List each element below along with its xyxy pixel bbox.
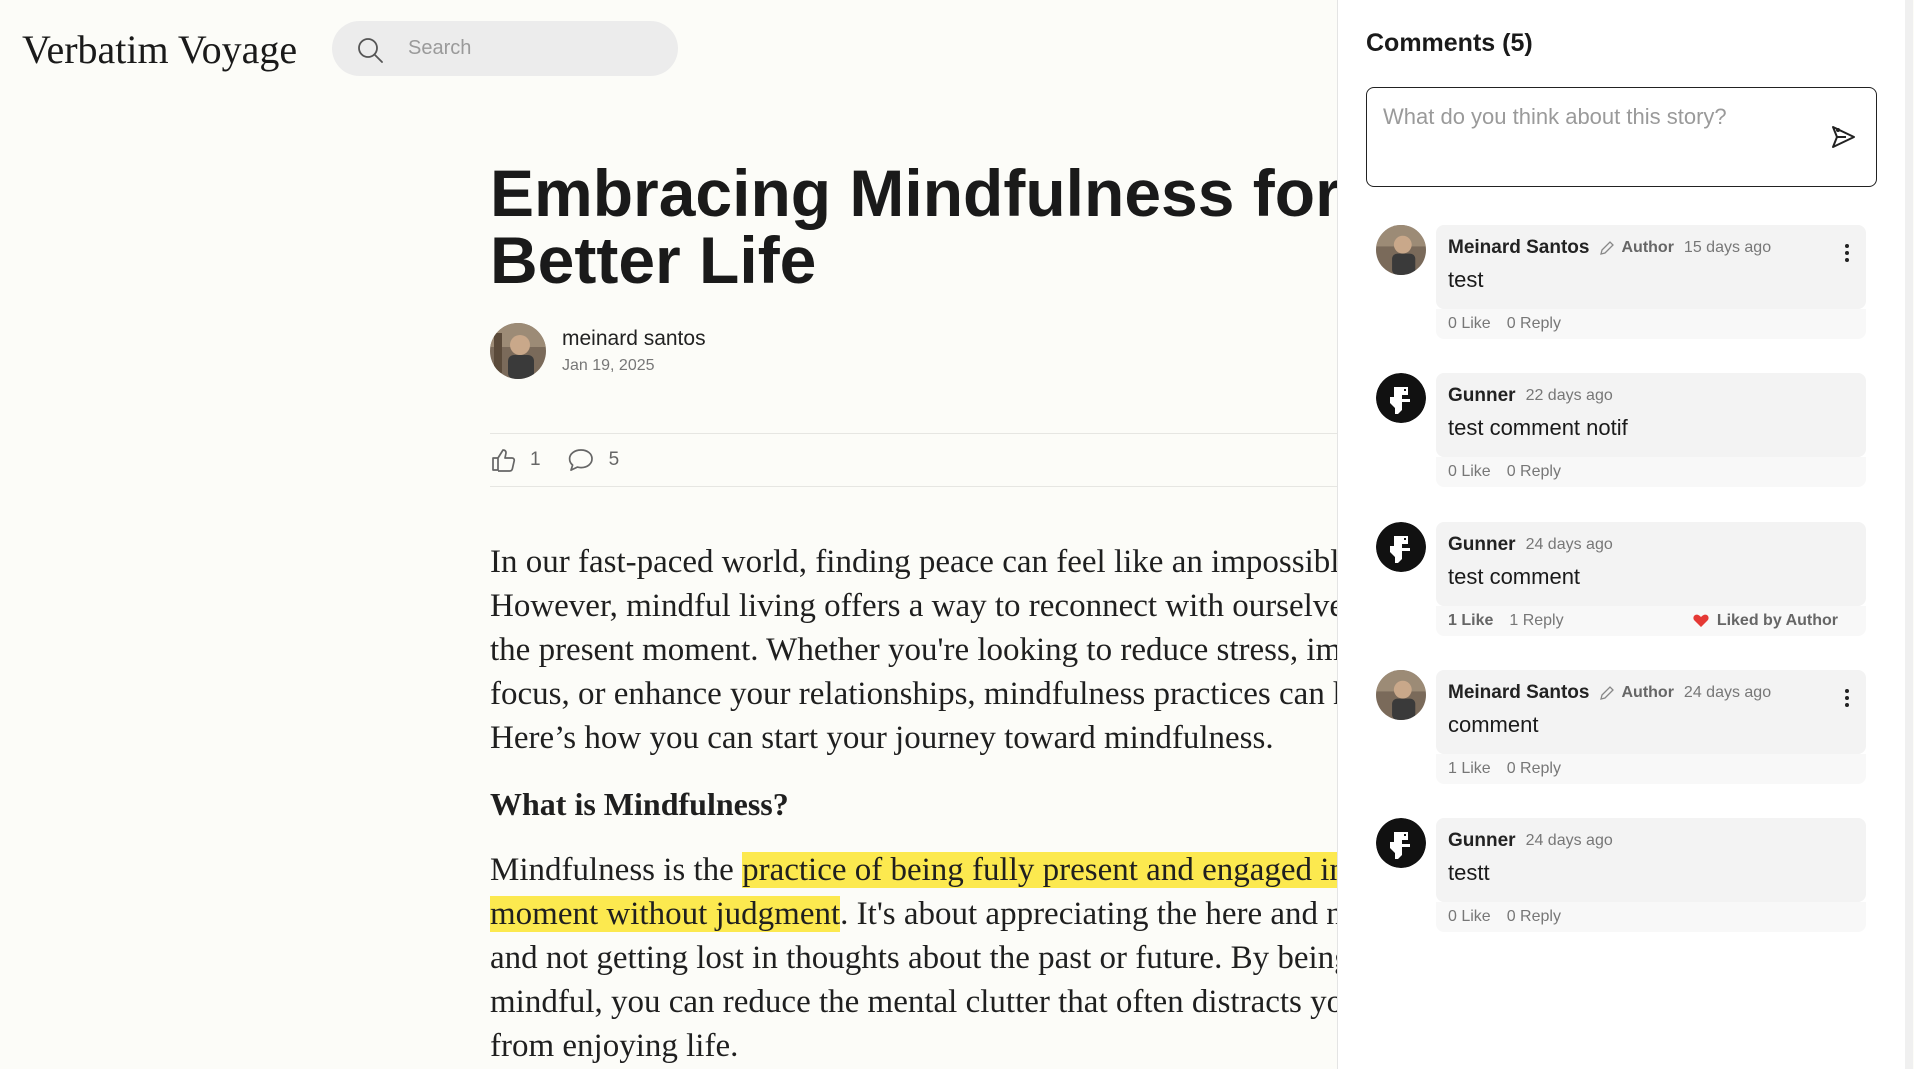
comment-time: 22 days ago <box>1525 387 1613 404</box>
avatar[interactable] <box>1376 670 1426 720</box>
comment-time: 15 days ago <box>1683 239 1772 256</box>
comment-text: test comment <box>1448 564 1581 589</box>
scrollbar[interactable] <box>1905 0 1913 1069</box>
comment-bubble: Gunner 22 days ago test comment notif <box>1436 373 1866 457</box>
comment-bubble: Meinard Santos Author 24 days ago commen… <box>1436 670 1866 754</box>
article-title: Embracing Mindfulness for a Better Life <box>490 156 1396 297</box>
page: Verbatim Voyage Embracing Mindfulness fo… <box>0 0 1914 1069</box>
publish-date: Jan 19, 2025 <box>562 357 655 374</box>
avatar[interactable] <box>490 323 546 379</box>
avatar[interactable] <box>1376 818 1426 868</box>
comment-footer: 0 Like 0 Reply <box>1436 309 1866 339</box>
comment-reply-button[interactable]: 0 Reply <box>1507 908 1561 926</box>
comment-reply-button[interactable]: 1 Reply <box>1509 612 1563 630</box>
avatar[interactable] <box>1376 522 1426 572</box>
comment-bubble: Gunner 24 days ago testt <box>1436 818 1866 902</box>
search-icon <box>358 38 383 63</box>
comment-footer: 1 Like 0 Reply <box>1436 754 1866 784</box>
article-actions: 1 5 <box>490 433 1390 487</box>
comments-title: Comments (5) <box>1366 29 1533 57</box>
comment-text: test comment notif <box>1448 415 1628 440</box>
avatar[interactable] <box>1376 225 1426 275</box>
comment-time: 24 days ago <box>1683 684 1772 701</box>
liked-by-author: Liked by Author <box>1693 612 1854 630</box>
author-name[interactable]: meinard santos <box>562 327 706 351</box>
send-icon[interactable] <box>1828 122 1858 152</box>
comment-time: 24 days ago <box>1525 832 1613 849</box>
comment-time: 24 days ago <box>1525 536 1613 553</box>
byline: meinard santos Jan 19, 2025 <box>490 323 706 379</box>
search-bar[interactable] <box>332 21 678 76</box>
comment-reply-button[interactable]: 0 Reply <box>1507 315 1561 333</box>
comment-footer: 1 Like 1 Reply Liked by Author <box>1436 606 1866 636</box>
commenter-name[interactable]: Meinard Santos <box>1448 237 1589 259</box>
comment-count: 5 <box>608 449 620 470</box>
comment-footer: 0 Like 0 Reply <box>1436 457 1866 487</box>
more-vertical-icon[interactable] <box>1844 243 1850 263</box>
highlight[interactable]: moment without judgment <box>490 896 841 932</box>
commenter-name[interactable]: Gunner <box>1448 534 1516 556</box>
comment-like-button[interactable]: 0 Like <box>1448 908 1491 926</box>
search-input[interactable] <box>408 21 658 76</box>
author-tag: Author <box>1621 684 1674 701</box>
comment-bubble: Gunner 24 days ago test comment <box>1436 522 1866 606</box>
thumbs-up-icon <box>492 449 516 472</box>
comment-like-button[interactable]: 1 Like <box>1448 612 1493 630</box>
article-body: In our fast-paced world, finding peace c… <box>490 540 1390 1069</box>
pencil-icon <box>1600 686 1615 700</box>
author-tag: Author <box>1621 239 1674 256</box>
commenter-name[interactable]: Gunner <box>1448 385 1516 407</box>
pencil-icon <box>1600 241 1615 255</box>
paragraph-intro: In our fast-paced world, finding peace c… <box>490 544 1358 756</box>
paragraph-mindfulness: Mindfulness is the practice of being ful… <box>490 852 1351 1064</box>
comment-text: comment <box>1448 712 1539 737</box>
article: Embracing Mindfulness for a Better Life … <box>490 160 1396 1064</box>
comment-input-box[interactable] <box>1366 87 1877 187</box>
comments-panel: Comments (5) Meinard Santos Author 15 da… <box>1337 0 1913 1069</box>
comment-icon <box>568 449 593 471</box>
comment-like-button[interactable]: 0 Like <box>1448 463 1491 481</box>
section-heading: What is Mindfulness? <box>490 786 789 822</box>
more-vertical-icon[interactable] <box>1844 688 1850 708</box>
heart-icon <box>1693 614 1709 627</box>
commenter-name[interactable]: Gunner <box>1448 830 1516 852</box>
comment-text: test <box>1448 267 1484 292</box>
comment-bubble: Meinard Santos Author 15 days ago test <box>1436 225 1866 309</box>
highlight[interactable]: practice of being fully present and enga… <box>742 852 1346 888</box>
comment-reply-button[interactable]: 0 Reply <box>1507 463 1561 481</box>
comment-input[interactable] <box>1383 104 1813 164</box>
like-button[interactable]: 1 <box>490 447 541 473</box>
comment-text: testt <box>1448 860 1490 885</box>
site-logo[interactable]: Verbatim Voyage <box>22 26 297 73</box>
like-count: 1 <box>530 449 541 470</box>
commenter-name[interactable]: Meinard Santos <box>1448 682 1589 704</box>
comment-reply-button[interactable]: 0 Reply <box>1507 760 1561 778</box>
comment-footer: 0 Like 0 Reply <box>1436 902 1866 932</box>
comment-like-button[interactable]: 0 Like <box>1448 315 1491 333</box>
comment-button[interactable]: 5 <box>567 447 620 473</box>
avatar[interactable] <box>1376 373 1426 423</box>
comment-like-button[interactable]: 1 Like <box>1448 760 1491 778</box>
